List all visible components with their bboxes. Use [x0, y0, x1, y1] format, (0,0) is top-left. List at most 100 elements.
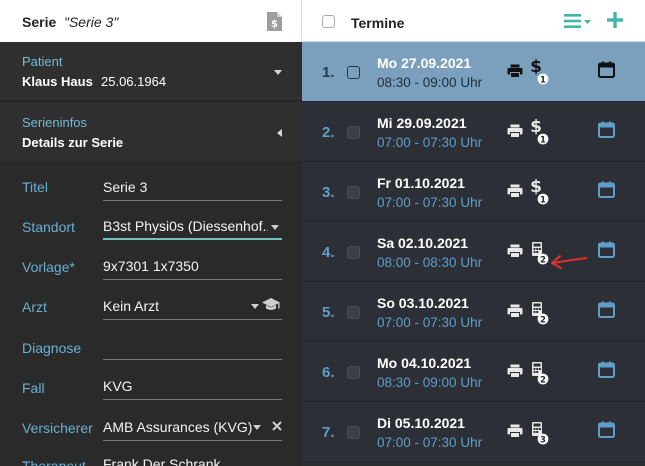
series-form: Titel Serie 3 Standort B3st Physi0s (Die… — [0, 163, 302, 466]
svg-text:$: $ — [271, 19, 278, 30]
arzt-label: Arzt — [22, 299, 47, 315]
printer-icon[interactable] — [507, 304, 523, 318]
appointment-number: 1. — [322, 64, 335, 81]
therapeut-select[interactable]: Frank Der Schrank — [103, 450, 282, 466]
series-panel: Serie "Serie 3" $ Patient Klaus Haus 25.… — [0, 0, 302, 466]
appointment-checkbox[interactable] — [347, 66, 360, 79]
appointment-number: 4. — [322, 244, 335, 261]
fall-input[interactable]: KVG — [103, 370, 282, 400]
standort-select[interactable]: B3st Physi0s (Diessenhof... — [103, 210, 282, 240]
calendar-icon[interactable] — [598, 301, 615, 318]
appointment-time: 08:30 - 09:00 Uhr — [377, 75, 483, 90]
titel-value: Serie 3 — [103, 179, 148, 195]
patient-name: Klaus Haus — [22, 74, 93, 89]
appointment-checkbox[interactable] — [347, 126, 360, 139]
appointment-checkbox[interactable] — [347, 186, 360, 199]
arzt-row: Arzt Kein Arzt — [0, 288, 302, 328]
printer-icon[interactable] — [507, 244, 523, 258]
arzt-value: Kein Arzt — [103, 298, 160, 314]
printer-icon[interactable] — [507, 184, 523, 198]
appointment-row[interactable]: 2. Mi 29.09.2021 07:00 - 07:30 Uhr $1 — [302, 102, 645, 162]
appointments-title: Termine — [351, 15, 405, 31]
appointment-checkbox[interactable] — [347, 306, 360, 319]
appointment-date: Sa 02.10.2021 — [377, 235, 469, 251]
chevron-left-icon[interactable] — [277, 129, 282, 137]
appointment-row[interactable]: 6. Mo 04.10.2021 08:30 - 09:00 Uhr 2 — [302, 342, 645, 402]
appointment-row[interactable]: 4. Sa 02.10.2021 08:00 - 08:30 Uhr 2 — [302, 222, 645, 282]
serieninfos-label: Serieninfos — [22, 115, 88, 130]
therapeut-label: Therapeut — [22, 458, 86, 466]
appointment-row[interactable]: 3. Fr 01.10.2021 07:00 - 07:30 Uhr $1 — [302, 162, 645, 222]
appointment-checkbox[interactable] — [347, 246, 360, 259]
calculator-icon[interactable]: 2 — [530, 298, 550, 326]
calendar-icon[interactable] — [598, 361, 615, 378]
calendar-icon[interactable] — [598, 61, 615, 78]
appointment-time: 07:00 - 07:30 Uhr — [377, 435, 483, 450]
diagnose-label: Diagnose — [22, 340, 82, 356]
calendar-icon[interactable] — [598, 241, 615, 258]
versicherer-label: Versicherer — [22, 420, 93, 436]
svg-text:$: $ — [530, 178, 542, 197]
serieninfos-section[interactable]: Serieninfos Details zur Serie — [0, 101, 302, 162]
standort-row: Standort B3st Physi0s (Diessenhof... — [0, 208, 302, 248]
calculator-icon[interactable]: 2 — [530, 358, 550, 386]
chevron-down-icon — [253, 425, 261, 430]
appointment-time: 08:00 - 08:30 Uhr — [377, 255, 483, 270]
printer-icon[interactable] — [507, 124, 523, 138]
invoice-count-badge: 1 — [540, 75, 546, 85]
printer-icon[interactable] — [507, 64, 523, 78]
standort-value: B3st Physi0s (Diessenhof... — [103, 218, 268, 234]
chevron-down-icon — [271, 225, 279, 230]
clear-icon[interactable] — [272, 421, 282, 431]
vorlage-value: 9x7301 1x7350 — [103, 258, 199, 274]
calculator-icon[interactable]: 3 — [530, 418, 550, 446]
appointment-number: 6. — [322, 364, 335, 381]
patient-section[interactable]: Patient Klaus Haus 25.06.1964 — [0, 42, 302, 101]
annotation-arrow — [551, 255, 588, 269]
appointment-number: 2. — [322, 124, 335, 141]
dollar-icon[interactable]: $1 — [530, 57, 550, 86]
invoice-count-badge: 3 — [540, 435, 546, 445]
appointment-row[interactable]: 1. Mo 27.09.2021 08:30 - 09:00 Uhr $1 — [302, 42, 645, 102]
patient-birthdate: 25.06.1964 — [101, 74, 167, 89]
appointment-checkbox[interactable] — [347, 426, 360, 439]
versicherer-select[interactable]: AMB Assurances (KVG) — [103, 411, 282, 441]
appointment-date: Di 05.10.2021 — [377, 415, 465, 431]
diagnose-input[interactable] — [103, 330, 282, 360]
printer-icon[interactable] — [507, 364, 523, 378]
appointment-row[interactable]: 7. Di 05.10.2021 07:00 - 07:30 Uhr 3 — [302, 402, 645, 462]
appointments-header: Termine — [302, 0, 645, 42]
appointment-checkbox[interactable] — [347, 366, 360, 379]
titel-input[interactable]: Serie 3 — [103, 171, 282, 201]
vorlage-row: Vorlage* 9x7301 1x7350 — [0, 248, 302, 288]
arzt-select[interactable]: Kein Arzt — [103, 290, 282, 320]
appointment-number: 5. — [322, 304, 335, 321]
calculator-icon[interactable]: 2 — [530, 238, 550, 266]
chevron-down-icon[interactable] — [274, 70, 282, 75]
dollar-icon[interactable]: $1 — [530, 177, 550, 206]
standort-label: Standort — [22, 219, 75, 235]
appointment-number: 3. — [322, 184, 335, 201]
select-all-checkbox[interactable] — [322, 15, 335, 28]
graduation-cap-icon[interactable] — [261, 297, 281, 312]
diagnose-row: Diagnose — [0, 328, 302, 368]
serieninfos-value: Details zur Serie — [22, 135, 124, 150]
appointment-date: So 03.10.2021 — [377, 295, 469, 311]
titel-label: Titel — [22, 179, 48, 195]
appointment-row[interactable]: 5. So 03.10.2021 07:00 - 07:30 Uhr 2 — [302, 282, 645, 342]
calendar-icon[interactable] — [598, 181, 615, 198]
list-menu-icon[interactable] — [564, 12, 594, 30]
appointment-date: Mo 04.10.2021 — [377, 355, 472, 371]
vorlage-input[interactable]: 9x7301 1x7350 — [103, 250, 282, 280]
printer-icon[interactable] — [507, 424, 523, 438]
calendar-icon[interactable] — [598, 121, 615, 138]
invoice-count-badge: 1 — [540, 195, 546, 205]
appointment-number: 7. — [322, 424, 335, 441]
dollar-icon[interactable]: $1 — [530, 117, 550, 146]
series-header: Serie "Serie 3" $ — [0, 0, 302, 42]
plus-icon[interactable] — [605, 10, 625, 30]
invoice-count-badge: 2 — [540, 315, 546, 325]
dollar-document-icon[interactable]: $ — [266, 11, 283, 32]
svg-text:$: $ — [530, 118, 542, 137]
calendar-icon[interactable] — [598, 421, 615, 438]
